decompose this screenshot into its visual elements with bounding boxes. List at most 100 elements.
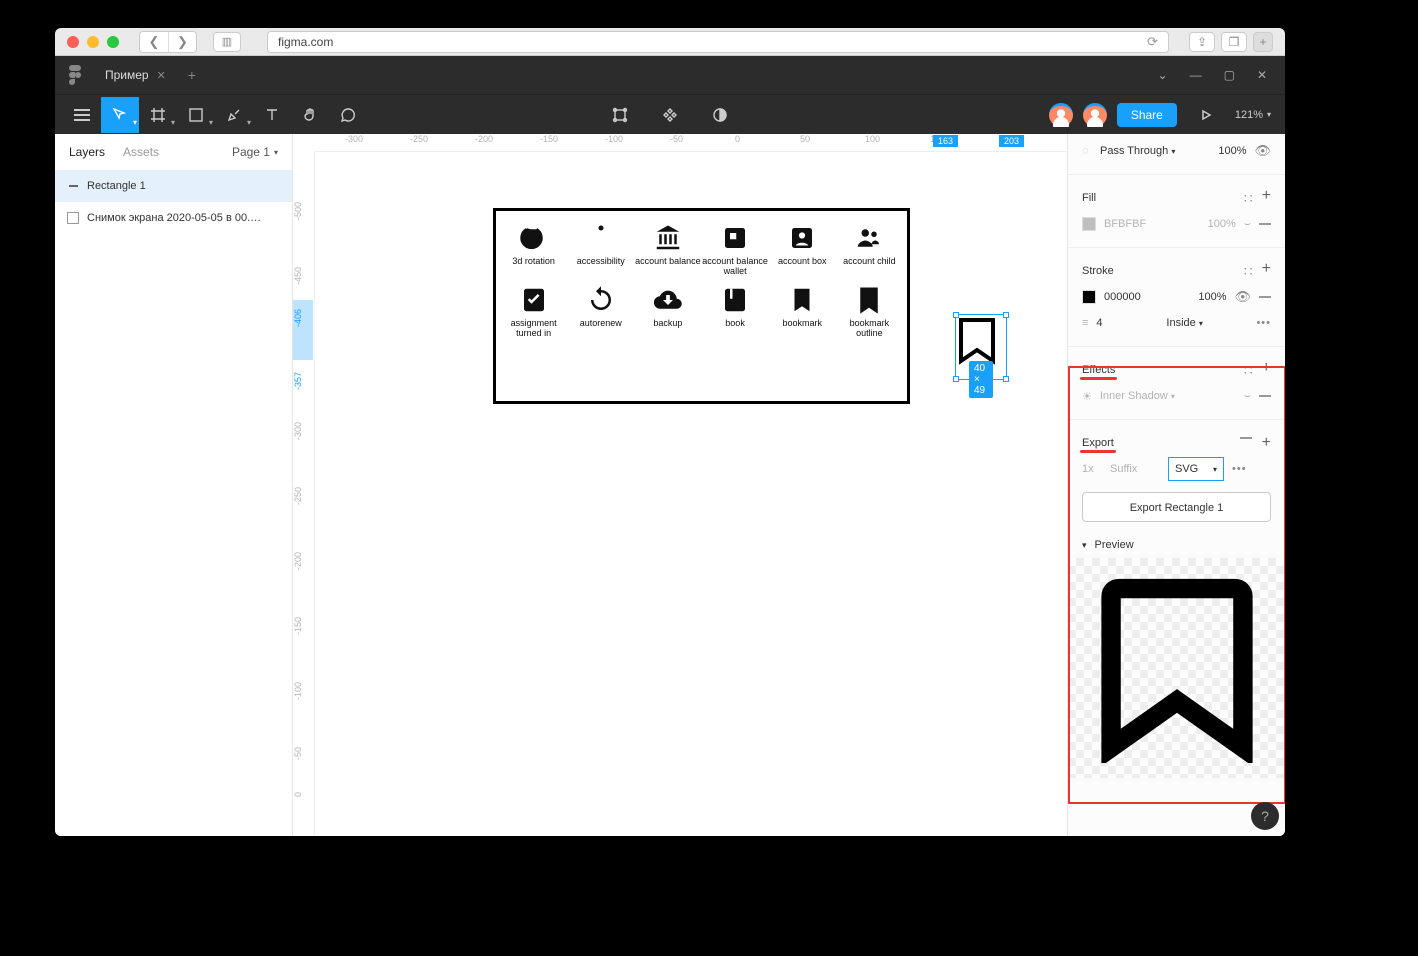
figma-logo-icon[interactable] <box>65 65 85 85</box>
layer-row[interactable]: Снимок экрана 2020-05-05 в 00.… <box>55 202 292 234</box>
selected-object[interactable]: 40 × 49 <box>957 316 1005 378</box>
window-zoom-icon[interactable] <box>107 36 119 48</box>
horizontal-ruler: -300 -250 -200 -150 -100 -50 0 50 100 15… <box>315 134 1067 152</box>
resize-handle[interactable] <box>1003 376 1009 382</box>
blend-mode-icon: ◌ <box>1082 145 1092 157</box>
export-format-select[interactable]: SVG▾ <box>1168 457 1224 481</box>
nav-forward-button[interactable]: ❯ <box>168 32 196 52</box>
page-selector[interactable]: Page 1▾ <box>232 145 278 159</box>
add-stroke-button[interactable]: + <box>1262 263 1271 280</box>
reload-icon[interactable]: ⟳ <box>1147 34 1158 50</box>
mask-icon[interactable] <box>701 97 739 133</box>
export-scale[interactable]: 1x <box>1082 463 1102 475</box>
add-fill-button[interactable]: + <box>1262 190 1271 207</box>
stroke-hex[interactable]: 000000 <box>1104 291 1141 303</box>
fill-hex[interactable]: BFBFBF <box>1104 218 1146 230</box>
add-tab-button[interactable]: + <box>180 63 204 87</box>
move-tool-button[interactable]: ▾ <box>101 97 139 133</box>
effect-type-select[interactable]: Inner Shadow ▾ <box>1100 390 1175 402</box>
component-icon[interactable] <box>651 97 689 133</box>
shape-tool-button[interactable]: ▾ <box>177 97 215 133</box>
style-icon[interactable]: ∷ <box>1244 263 1252 280</box>
properties-panel: ◌ Pass Through ▾ 100% 👁 Fill ∷ + BFBFBF 1… <box>1067 134 1285 836</box>
pen-tool-button[interactable]: ▾ <box>215 97 253 133</box>
image-icon <box>67 212 79 224</box>
figma-tabbar: Пример ✕ + ⌄ — ▢ ✕ <box>55 56 1285 94</box>
help-button[interactable]: ? <box>1251 802 1279 830</box>
app-main: Layers Assets Page 1▾ Rectangle 1 Снимок… <box>55 134 1285 836</box>
remove-export-button[interactable] <box>1240 437 1252 439</box>
rectangle-icon <box>67 180 79 192</box>
stroke-weight-icon: ≡ <box>1082 317 1088 329</box>
user-avatar-2[interactable] <box>1083 103 1107 127</box>
new-tab-button[interactable]: + <box>1253 32 1273 52</box>
tabs-browser-icon[interactable]: ❐ <box>1221 32 1247 52</box>
add-effect-button[interactable]: + <box>1262 362 1271 379</box>
export-preview <box>1068 558 1285 778</box>
share-browser-icon[interactable]: ⇪ <box>1189 32 1215 52</box>
share-button[interactable]: Share <box>1117 103 1177 127</box>
section-export-title: Export <box>1082 437 1114 449</box>
stroke-opacity[interactable]: 100% <box>1198 291 1226 303</box>
comment-tool-button[interactable] <box>329 97 367 133</box>
add-export-button[interactable]: + <box>1262 437 1271 449</box>
stroke-swatch[interactable] <box>1082 290 1096 304</box>
url-bar[interactable]: figma.com ⟳ <box>267 31 1169 53</box>
stroke-align-select[interactable]: Inside ▾ <box>1166 317 1202 329</box>
section-stroke-title: Stroke <box>1082 265 1114 277</box>
export-button[interactable]: Export Rectangle 1 <box>1082 492 1271 522</box>
main-menu-button[interactable] <box>63 97 101 133</box>
layer-opacity[interactable]: 100% <box>1218 145 1246 157</box>
remove-fill-button[interactable] <box>1259 223 1271 225</box>
zoom-dropdown[interactable]: 121%▾ <box>1235 109 1271 121</box>
resize-handle[interactable] <box>953 376 959 382</box>
export-advanced-button[interactable]: ••• <box>1232 463 1247 475</box>
window-minimize-icon[interactable] <box>87 36 99 48</box>
style-icon[interactable]: ∷ <box>1244 362 1252 379</box>
user-avatar-1[interactable] <box>1049 103 1073 127</box>
hand-tool-button[interactable] <box>291 97 329 133</box>
window-close-icon[interactable] <box>67 36 79 48</box>
window-min-icon[interactable]: — <box>1190 68 1202 82</box>
browser-chrome: ❮ ❯ ▥ figma.com ⟳ ⇪ ❐ + <box>55 28 1285 56</box>
document-tab-title: Пример <box>105 68 149 82</box>
present-button[interactable] <box>1187 97 1225 133</box>
sidebar-toggle-icon[interactable]: ▥ <box>213 32 241 52</box>
preview-toggle-icon[interactable]: ▾ <box>1082 540 1087 551</box>
text-tool-button[interactable] <box>253 97 291 133</box>
effect-settings-icon[interactable]: ☀ <box>1082 390 1092 403</box>
nav-back-button[interactable]: ❮ <box>140 32 168 52</box>
layer-row[interactable]: Rectangle 1 <box>55 170 292 202</box>
stroke-advanced-button[interactable]: ••• <box>1256 317 1271 329</box>
export-suffix-input[interactable]: Suffix <box>1110 463 1160 475</box>
resize-handle[interactable] <box>1003 312 1009 318</box>
chevron-down-icon[interactable]: ⌄ <box>1158 68 1168 82</box>
stroke-weight-input[interactable]: 4 <box>1096 317 1130 329</box>
tab-layers[interactable]: Layers <box>69 145 105 159</box>
tab-assets[interactable]: Assets <box>123 145 159 159</box>
app-toolbar: ▾ ▾ ▾ ▾ Share 121%▾ <box>55 94 1285 134</box>
hidden-icon[interactable]: ⌣ <box>1244 390 1251 403</box>
remove-stroke-button[interactable] <box>1259 296 1271 298</box>
style-icon[interactable]: ∷ <box>1244 190 1252 207</box>
edit-object-icon[interactable] <box>601 97 639 133</box>
frame-tool-button[interactable]: ▾ <box>139 97 177 133</box>
window-max-icon[interactable]: ▢ <box>1224 68 1235 82</box>
blend-mode-select[interactable]: Pass Through ▾ <box>1100 145 1175 157</box>
window-x-icon[interactable]: ✕ <box>1257 68 1267 82</box>
document-tab[interactable]: Пример ✕ <box>95 62 176 88</box>
visibility-icon[interactable]: 👁 <box>1254 143 1271 159</box>
url-text: figma.com <box>278 35 333 49</box>
hidden-icon[interactable]: ⌣ <box>1244 218 1251 231</box>
section-fill-title: Fill <box>1082 192 1096 204</box>
canvas[interactable]: -300 -250 -200 -150 -100 -50 0 50 100 15… <box>293 134 1067 836</box>
layer-name: Rectangle 1 <box>87 180 146 192</box>
fill-swatch[interactable] <box>1082 217 1096 231</box>
browser-window: ❮ ❯ ▥ figma.com ⟳ ⇪ ❐ + Пример ✕ + ⌄ — ▢… <box>55 28 1285 836</box>
close-tab-icon[interactable]: ✕ <box>157 69 166 82</box>
visibility-icon[interactable]: 👁 <box>1234 289 1251 305</box>
fill-opacity[interactable]: 100% <box>1208 218 1236 230</box>
remove-effect-button[interactable] <box>1259 395 1271 397</box>
vertical-ruler: -500 -450 -406 -357 -300 -250 -200 -150 … <box>293 152 315 836</box>
resize-handle[interactable] <box>953 312 959 318</box>
